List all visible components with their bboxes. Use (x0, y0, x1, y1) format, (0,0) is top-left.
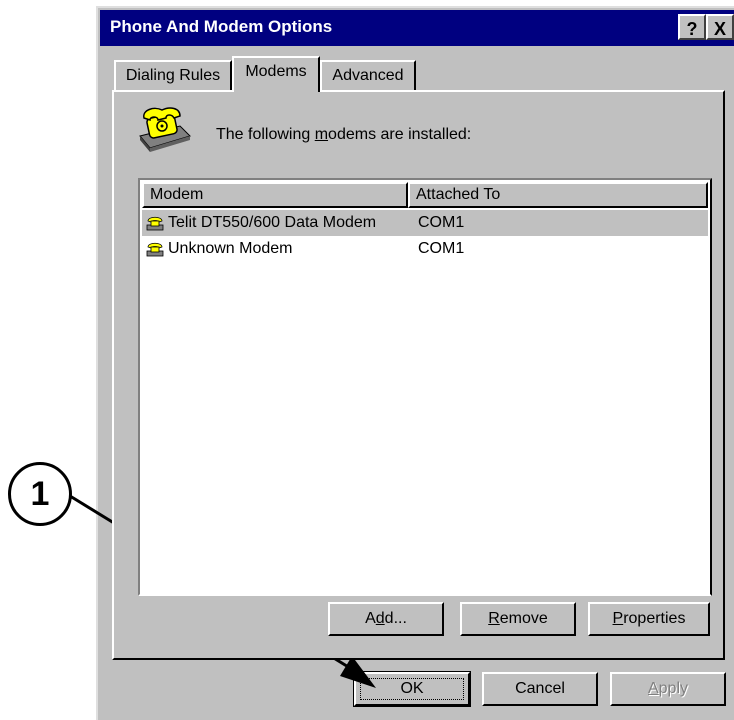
modem-list[interactable]: Modem Attached To Telit DT550/600 Data M… (138, 178, 712, 596)
modem-telephone-icon (139, 107, 191, 152)
modem-name: Unknown Modem (168, 240, 293, 257)
tab-modems[interactable]: Modems (232, 56, 320, 92)
column-header-modem[interactable]: Modem (142, 182, 408, 208)
properties-button[interactable]: Properties (588, 602, 710, 636)
modem-name: Telit DT550/600 Data Modem (168, 214, 377, 231)
add-button[interactable]: Add... (328, 602, 444, 636)
modems-tab-panel: The following modems are installed: Mode… (112, 90, 725, 660)
list-item[interactable]: Unknown Modem COM1 (142, 236, 708, 262)
column-header-attached-to[interactable]: Attached To (408, 182, 708, 208)
modem-port: COM1 (418, 240, 465, 257)
callout-number-badge: 1 (8, 462, 72, 526)
installed-modems-label: The following modems are installed: (216, 126, 472, 143)
modem-port: COM1 (418, 214, 465, 231)
modem-icon (146, 216, 164, 231)
remove-button[interactable]: Remove (460, 602, 576, 636)
list-item[interactable]: Telit DT550/600 Data Modem COM1 (142, 210, 708, 236)
modem-icon (146, 242, 164, 257)
